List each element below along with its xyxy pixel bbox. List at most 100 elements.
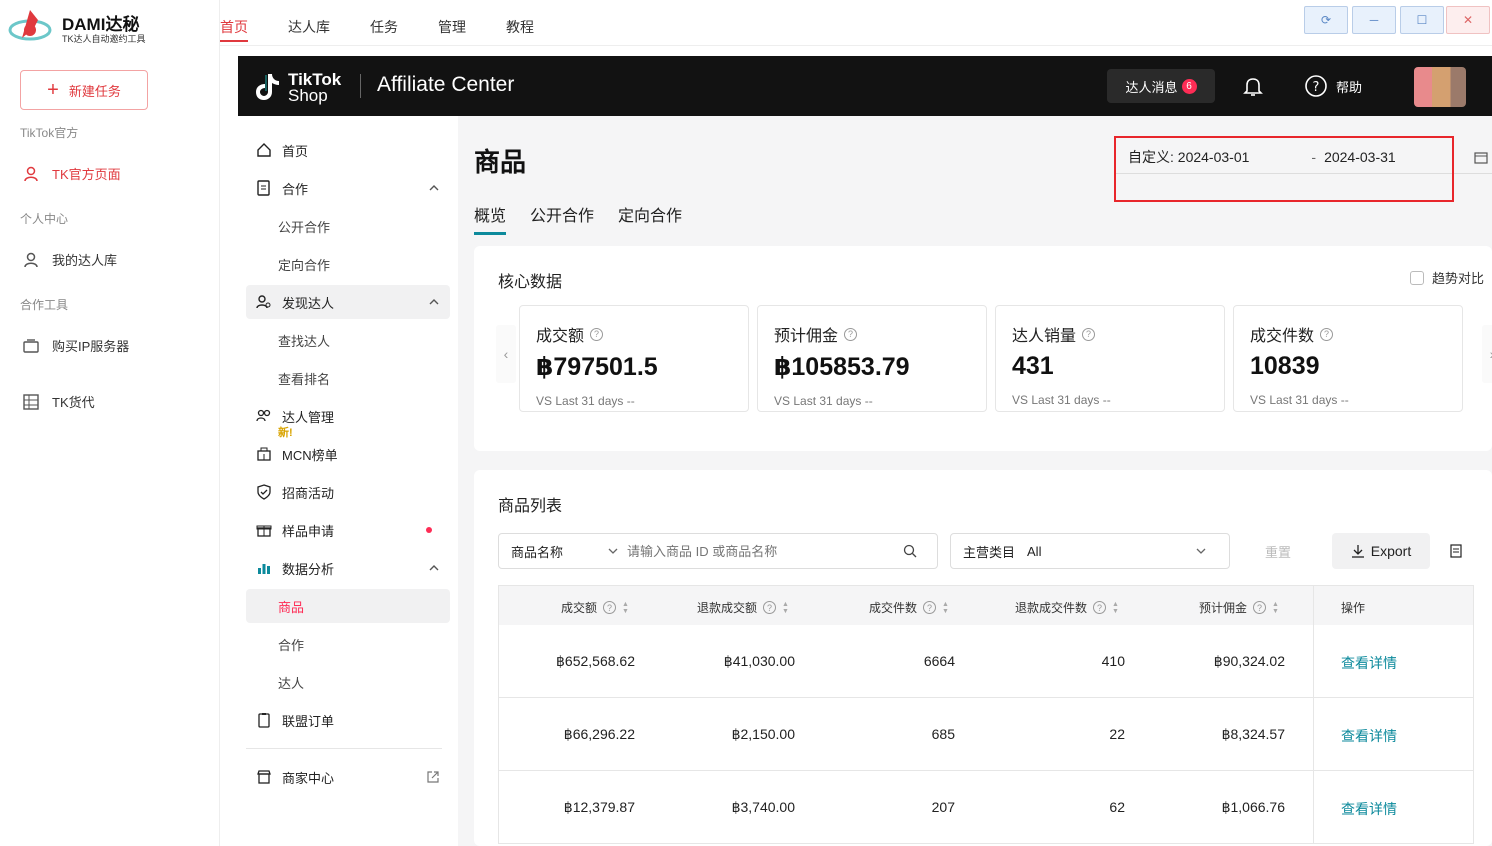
export-history-button[interactable] <box>1438 533 1474 569</box>
column-header-action: 操作 <box>1341 601 1366 615</box>
new-task-button[interactable]: + 新建任务 <box>20 70 148 110</box>
tiktok-shop-logo[interactable]: TikTok Shop <box>254 68 350 105</box>
column-header-items-sold[interactable]: 成交件数? ▲ ▼ <box>869 599 949 616</box>
nav-analysis-creators[interactable]: 达人 <box>246 665 450 699</box>
sidebar-item-my-creators[interactable]: 我的达人库 <box>22 250 117 269</box>
tab-tutorial[interactable]: 教程 <box>506 17 534 37</box>
nav-affiliate-orders[interactable]: 联盟订单 <box>246 703 450 737</box>
metric-card-commission[interactable]: 预计佣金? ฿105853.79 VS Last 31 days -- <box>757 305 987 412</box>
refresh-button[interactable]: ⟳ <box>1304 6 1348 34</box>
creator-messages-button[interactable]: 达人消息 6 <box>1107 69 1215 103</box>
sidebar-item-tk-official[interactable]: TK官方页面 <box>22 164 121 183</box>
view-details-link[interactable]: 查看详情 <box>1341 653 1397 673</box>
avatar[interactable] <box>1414 67 1466 107</box>
metric-compare: VS Last 31 days -- <box>1250 393 1349 407</box>
date-separator: - <box>1311 148 1317 165</box>
view-details-link[interactable]: 查看详情 <box>1341 799 1397 819</box>
chevron-up-icon <box>429 565 439 571</box>
sidebar-item-tk-forwarder[interactable]: TK货代 <box>22 392 95 411</box>
store-icon <box>257 770 271 784</box>
column-header-refund-items[interactable]: 退款成交件数? ▲ ▼ <box>1015 599 1119 616</box>
metric-card-creator-sales[interactable]: 达人销量? 431 VS Last 31 days -- <box>995 305 1225 412</box>
column-label: 成交件数 <box>869 601 918 615</box>
nav-view-ranking[interactable]: 查看排名 <box>246 361 450 395</box>
tab-public-cooperation[interactable]: 公开合作 <box>530 202 594 235</box>
nav-campaigns[interactable]: 招商活动 <box>246 475 450 509</box>
chevron-up-icon <box>429 185 439 191</box>
info-icon[interactable]: ? <box>1320 327 1334 341</box>
nav-creator-management[interactable]: 达人管理 <box>246 399 450 433</box>
info-icon: ? <box>923 601 937 614</box>
tiktok-note-icon <box>256 74 279 100</box>
tab-tasks[interactable]: 任务 <box>370 17 398 37</box>
column-header-gmv[interactable]: 成交额? ▲ ▼ <box>561 599 629 616</box>
product-search: 商品名称 <box>498 533 938 569</box>
info-icon[interactable]: ? <box>590 327 604 341</box>
messages-label: 达人消息 <box>1125 79 1178 95</box>
action-column-divider <box>1313 771 1314 843</box>
nav-sample-requests[interactable]: 样品申请 <box>246 513 450 547</box>
nav-find-creators[interactable]: 查找达人 <box>246 323 450 357</box>
info-icon: ? <box>1253 601 1267 614</box>
column-header-commission[interactable]: 预计佣金? ▲ ▼ <box>1199 599 1279 616</box>
minimize-button[interactable]: ─ <box>1352 6 1396 34</box>
user-icon <box>24 252 38 267</box>
cell-refund-gmv: ฿41,030.00 <box>723 653 795 669</box>
date-range-picker[interactable]: 自定义: 2024-03-01 - 2024-03-31 <box>1114 140 1492 174</box>
reset-button[interactable]: 重置 <box>1243 533 1313 569</box>
top-nav: 首页 达人库 任务 管理 教程 ⟳ ─ ☐ ✕ <box>220 0 1492 46</box>
nav-public-cooperation[interactable]: 公开合作 <box>246 209 450 243</box>
external-link-icon <box>427 771 439 783</box>
column-label: 预计佣金 <box>1199 601 1248 615</box>
view-details-link[interactable]: 查看详情 <box>1341 726 1397 746</box>
nav-merchant-center[interactable]: 商家中心 <box>246 760 450 794</box>
page-title: 商品 <box>474 147 527 177</box>
cell-commission: ฿8,324.57 <box>1221 726 1285 742</box>
maximize-button[interactable]: ☐ <box>1400 6 1444 34</box>
app-logo[interactable]: DAMI达秘 TK达人自动邀约工具 <box>8 4 168 48</box>
cell-gmv: ฿652,568.62 <box>556 653 635 669</box>
info-icon[interactable]: ? <box>844 327 858 341</box>
column-header-refund-gmv[interactable]: 退款成交额? ▲ ▼ <box>697 599 789 616</box>
export-button[interactable]: Export <box>1332 533 1430 569</box>
sidebar-item-buy-ip[interactable]: 购买IP服务器 <box>22 336 129 355</box>
nav-targeted-cooperation[interactable]: 定向合作 <box>246 247 450 281</box>
sort-icon: ▲ ▼ <box>622 600 629 615</box>
nav-cooperation[interactable]: 合作 <box>246 171 450 205</box>
carousel-prev-button[interactable]: ‹ <box>496 325 516 383</box>
nav-discover-creators[interactable]: 发现达人 <box>246 285 450 319</box>
nav-mcn-list[interactable]: MCN榜单 <box>246 437 450 471</box>
nav-home[interactable]: 首页 <box>246 133 450 167</box>
affiliate-sidebar: 首页 合作 公开合作 定向合作 发现达人 查找达人 查看排名 达人管理 新! M… <box>238 116 458 846</box>
building-icon <box>257 447 271 461</box>
carousel-next-button[interactable]: › <box>1482 325 1492 383</box>
trend-compare-checkbox[interactable]: 趋势对比 <box>1409 268 1484 287</box>
help-button[interactable]: ? 帮助 <box>1304 74 1362 98</box>
tab-creator-library[interactable]: 达人库 <box>288 17 330 37</box>
search-icon[interactable] <box>903 544 917 558</box>
info-icon[interactable]: ? <box>1082 327 1096 341</box>
metric-card-items-sold[interactable]: 成交件数? 10839 VS Last 31 days -- <box>1233 305 1463 412</box>
metric-value: 431 <box>1012 352 1054 380</box>
tab-manage[interactable]: 管理 <box>438 17 466 37</box>
search-input[interactable] <box>627 543 897 559</box>
cell-items-sold: 6664 <box>923 653 955 669</box>
filter-field-select[interactable]: 商品名称 <box>511 542 607 561</box>
tab-home[interactable]: 首页 <box>220 17 248 42</box>
nav-data-analysis[interactable]: 数据分析 <box>246 551 450 585</box>
users-icon <box>256 409 271 422</box>
nav-analysis-cooperation[interactable]: 合作 <box>246 627 450 661</box>
tiktok-header: TikTok Shop Affiliate Center 达人消息 6 ? 帮助 <box>238 56 1492 116</box>
bell-icon[interactable] <box>1241 74 1265 98</box>
category-select[interactable]: 主营类目 All <box>950 533 1230 569</box>
column-label: 退款成交额 <box>697 601 758 615</box>
metric-compare: VS Last 31 days -- <box>536 394 635 408</box>
metric-value: ฿797501.5 <box>536 353 658 381</box>
metric-card-gmv[interactable]: 成交额? ฿797501.5 VS Last 31 days -- <box>519 305 749 412</box>
tab-overview[interactable]: 概览 <box>474 202 507 235</box>
tab-targeted-cooperation[interactable]: 定向合作 <box>618 202 682 235</box>
close-button[interactable]: ✕ <box>1446 6 1490 34</box>
help-label: 帮助 <box>1336 79 1363 95</box>
nav-products[interactable]: 商品 <box>246 589 450 623</box>
new-task-label: 新建任务 <box>68 83 121 99</box>
